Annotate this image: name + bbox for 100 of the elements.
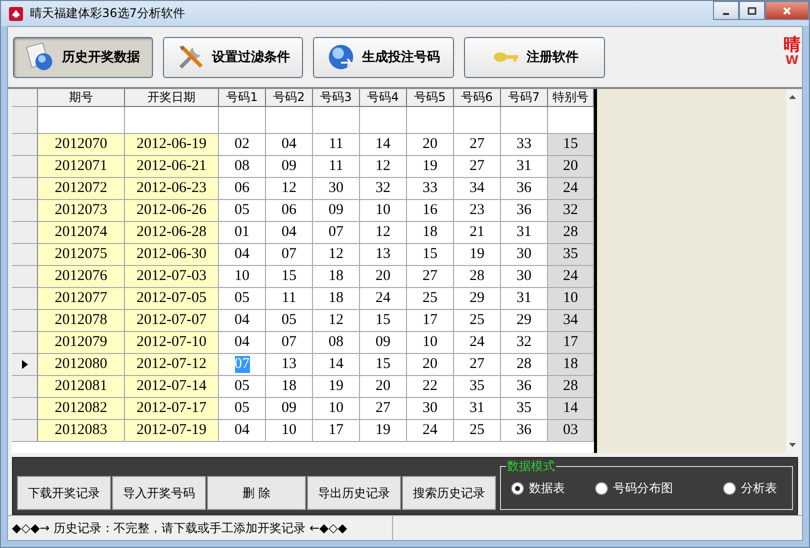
- table-cell: 09: [266, 156, 313, 178]
- table-cell: 12: [266, 178, 313, 200]
- table-cell: 25: [454, 310, 501, 332]
- table-cell: 06: [219, 178, 266, 200]
- column-header[interactable]: 号码5: [407, 89, 454, 107]
- table-cell: 15: [266, 266, 313, 288]
- table-cell: 04: [266, 222, 313, 244]
- radio-button[interactable]: [723, 482, 736, 494]
- table-cell: 18: [548, 354, 594, 376]
- table-cell: 35: [454, 376, 501, 398]
- radio-button[interactable]: [595, 482, 608, 494]
- input-cell[interactable]: [454, 107, 501, 134]
- table-cell: 10: [407, 332, 454, 354]
- table-cell: 05: [266, 310, 313, 332]
- column-header[interactable]: 号码6: [454, 89, 501, 107]
- table-cell: 17: [313, 420, 360, 442]
- column-header[interactable]: 号码1: [219, 89, 266, 107]
- input-cell[interactable]: [407, 107, 454, 134]
- radio-option[interactable]: 数据表: [511, 480, 565, 496]
- toolbar-button[interactable]: 历史开奖数据: [13, 36, 153, 78]
- scroll-down-icon[interactable]: [788, 443, 796, 447]
- table-cell: 03: [548, 420, 594, 442]
- table-cell: 18: [313, 266, 360, 288]
- maximize-icon: [747, 6, 757, 16]
- table-cell: 2012-07-07: [125, 310, 219, 332]
- table-cell: 25: [407, 288, 454, 310]
- radio-option[interactable]: 分析表: [723, 480, 777, 496]
- table-cell: 06: [266, 200, 313, 222]
- table-cell: 09: [266, 398, 313, 420]
- table-cell: 14: [548, 398, 594, 420]
- column-header[interactable]: 特别号: [548, 89, 594, 107]
- table-cell: 20: [407, 354, 454, 376]
- input-cell[interactable]: [38, 107, 125, 134]
- close-button[interactable]: [765, 1, 809, 20]
- table-cell: 2012070: [38, 134, 125, 156]
- action-button[interactable]: 导入开奖号码: [112, 476, 206, 510]
- radio-option[interactable]: 号码分布图: [595, 480, 673, 496]
- column-header[interactable]: 号码4: [360, 89, 407, 107]
- table-cell: 2012076: [38, 266, 125, 288]
- radio-button[interactable]: [511, 482, 524, 494]
- table-cell: 02: [219, 134, 266, 156]
- table-cell: 2012-07-14: [125, 376, 219, 398]
- input-cell[interactable]: [313, 107, 360, 134]
- table-cell: 2012074: [38, 222, 125, 244]
- column-header[interactable]: 号码7: [501, 89, 548, 107]
- table-cell: 15: [360, 310, 407, 332]
- table-cell: 04: [219, 332, 266, 354]
- table-cell: 10: [313, 398, 360, 420]
- table-cell: 2012072: [38, 178, 125, 200]
- column-header[interactable]: 开奖日期: [125, 89, 219, 107]
- action-button[interactable]: 删 除: [207, 476, 306, 510]
- table-cell: 14: [360, 134, 407, 156]
- maximize-button[interactable]: [739, 1, 765, 20]
- logo: 晴 W: [783, 37, 801, 66]
- toolbar-button[interactable]: 生成投注号码: [313, 36, 454, 78]
- scroll-up-icon[interactable]: [788, 95, 796, 99]
- action-button[interactable]: 导出历史记录: [307, 476, 401, 510]
- table-cell: 17: [407, 310, 454, 332]
- input-cell[interactable]: [501, 107, 548, 134]
- table-cell: 07: [219, 354, 266, 376]
- input-cell[interactable]: [266, 107, 313, 134]
- table-cell: 2012-07-19: [125, 420, 219, 442]
- status-message: ◆◇◆→ 历史记录：不完整，请下载或手工添加开奖记录 ←◆◇◆: [8, 516, 393, 540]
- row-header[interactable]: [12, 354, 38, 376]
- table-cell: 17: [548, 332, 594, 354]
- table-cell: 13: [266, 354, 313, 376]
- table-cell: 27: [454, 354, 501, 376]
- table-cell: 2012082: [38, 398, 125, 420]
- table-cell: 10: [266, 420, 313, 442]
- table-cell: 34: [454, 178, 501, 200]
- table-cell: 25: [454, 420, 501, 442]
- table-cell: 27: [407, 266, 454, 288]
- minimize-button[interactable]: [713, 1, 739, 20]
- table-cell: 27: [454, 156, 501, 178]
- table-cell: 29: [454, 288, 501, 310]
- table-cell: 07: [313, 222, 360, 244]
- action-button[interactable]: 下载开奖记录: [17, 476, 111, 510]
- input-cell[interactable]: [360, 107, 407, 134]
- close-icon: [782, 6, 792, 16]
- table-cell: 15: [407, 244, 454, 266]
- column-header[interactable]: 号码2: [266, 89, 313, 107]
- table-cell: 12: [360, 222, 407, 244]
- table-cell: 2012-06-28: [125, 222, 219, 244]
- toolbar-button[interactable]: 注册软件: [464, 36, 605, 78]
- input-cell[interactable]: [548, 107, 594, 134]
- table-cell: 32: [548, 200, 594, 222]
- table-cell: 19: [407, 156, 454, 178]
- action-button[interactable]: 搜索历史记录: [402, 476, 496, 510]
- input-cell[interactable]: [125, 107, 219, 134]
- column-header[interactable]: 期号: [38, 89, 125, 107]
- table-cell: 14: [313, 354, 360, 376]
- minimize-icon: [723, 12, 729, 14]
- table-cell: 2012-07-12: [125, 354, 219, 376]
- table-cell: 23: [454, 200, 501, 222]
- table-cell: 12: [360, 156, 407, 178]
- toolbar-button[interactable]: 设置过滤条件: [163, 36, 303, 78]
- column-header[interactable]: 号码3: [313, 89, 360, 107]
- input-cell[interactable]: [219, 107, 266, 134]
- table-cell: 27: [360, 398, 407, 420]
- table-cell: 2012-06-19: [125, 134, 219, 156]
